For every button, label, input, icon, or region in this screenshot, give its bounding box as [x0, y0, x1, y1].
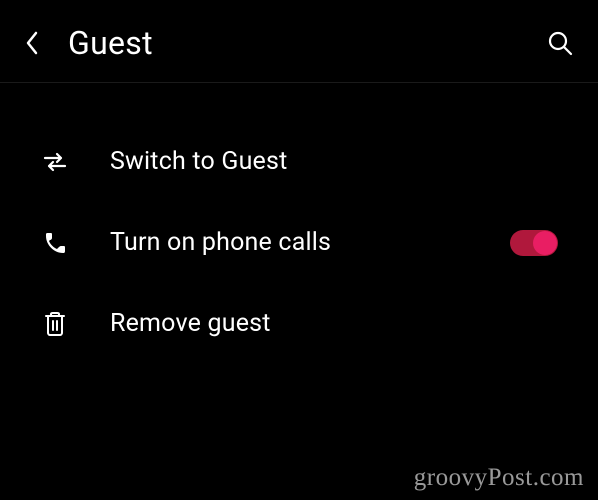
- page-header: Guest: [0, 0, 598, 83]
- watermark: groovyPost.com: [414, 464, 584, 492]
- toggle-knob: [533, 231, 557, 255]
- page-title: Guest: [68, 24, 153, 62]
- phone-calls-item[interactable]: Turn on phone calls: [0, 202, 598, 283]
- switch-to-guest-label: Switch to Guest: [110, 147, 558, 176]
- search-button[interactable]: [546, 29, 574, 57]
- chevron-left-icon: [24, 29, 40, 57]
- remove-guest-label: Remove guest: [110, 309, 558, 338]
- search-icon: [546, 29, 574, 57]
- remove-guest-item[interactable]: Remove guest: [0, 283, 598, 364]
- switch-icon: [40, 151, 70, 173]
- header-left: Guest: [24, 24, 153, 62]
- phone-calls-toggle[interactable]: [510, 230, 558, 256]
- back-button[interactable]: [24, 29, 40, 57]
- phone-icon: [40, 231, 70, 255]
- settings-list: Switch to Guest Turn on phone calls Remo…: [0, 83, 598, 364]
- trash-icon: [40, 311, 70, 337]
- switch-to-guest-item[interactable]: Switch to Guest: [0, 121, 598, 202]
- phone-calls-label: Turn on phone calls: [110, 228, 510, 257]
